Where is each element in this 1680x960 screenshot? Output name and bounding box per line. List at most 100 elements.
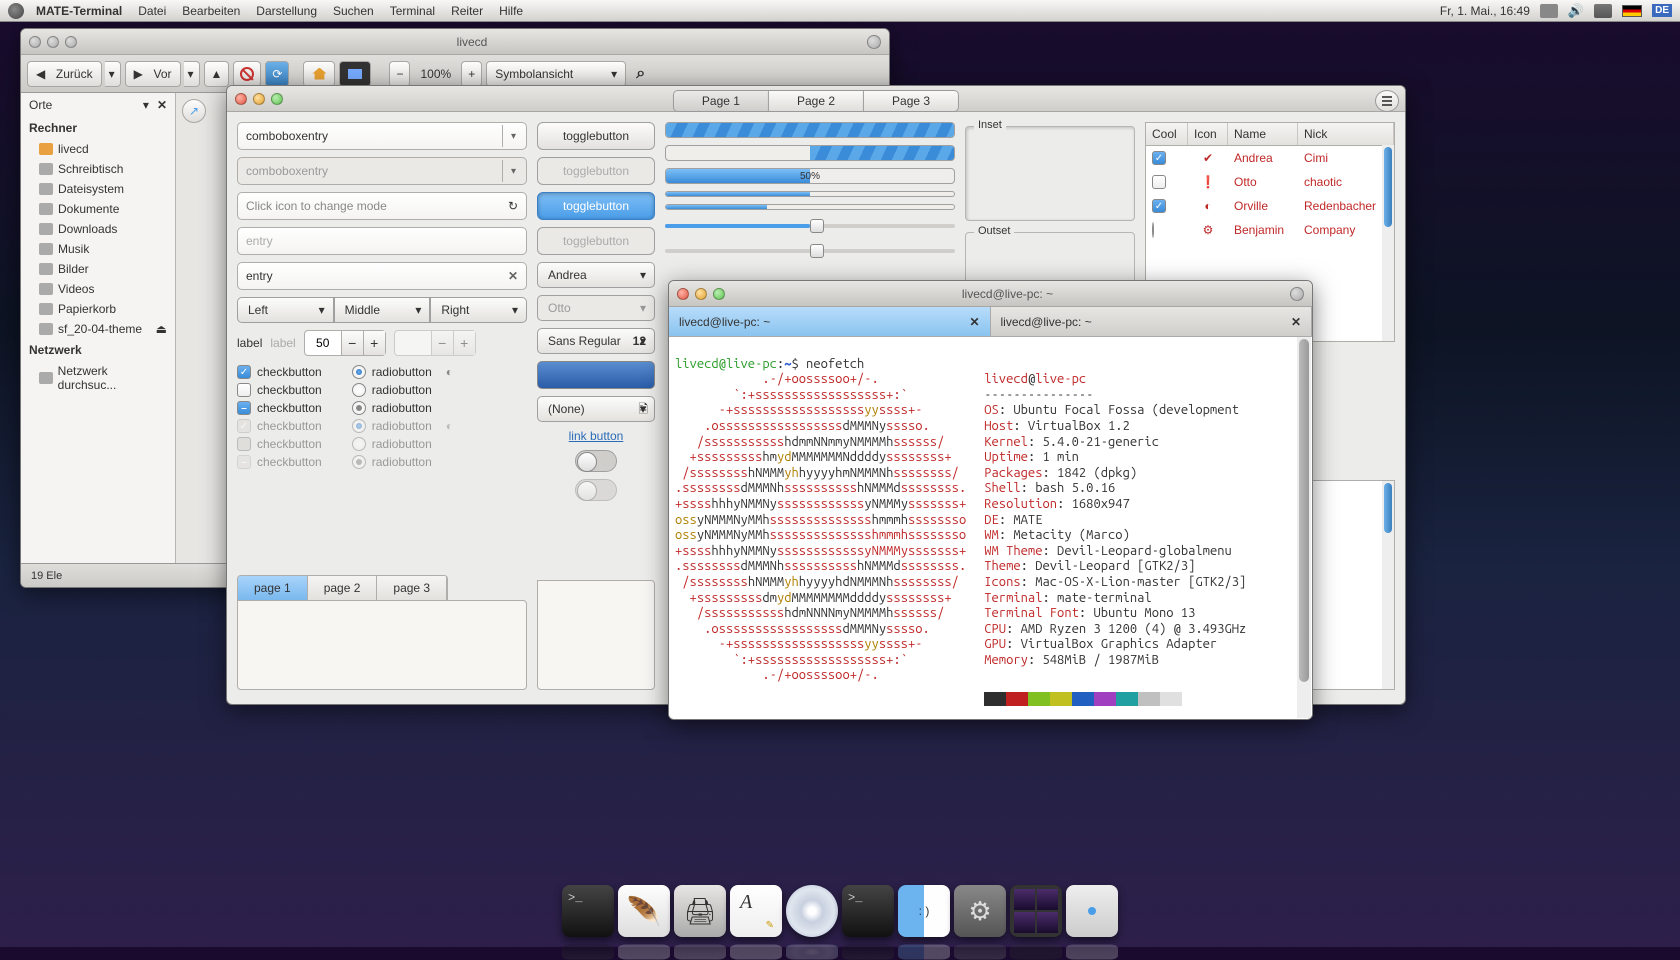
scale-2[interactable] bbox=[665, 242, 955, 260]
spin-value[interactable] bbox=[305, 336, 341, 350]
terminal-scrollbar[interactable] bbox=[1297, 337, 1311, 718]
view-mode-select[interactable]: Symbolansicht▾ bbox=[486, 61, 626, 87]
caja-close-button[interactable] bbox=[29, 36, 41, 48]
dock-editor[interactable]: A✎ bbox=[730, 885, 782, 937]
dock-terminal2[interactable]: >_ bbox=[842, 885, 894, 937]
menu-help[interactable]: Hilfe bbox=[499, 4, 523, 18]
search-icon[interactable]: ⌕ bbox=[630, 65, 651, 83]
table-row[interactable]: ⚙BenjaminCompany bbox=[1146, 218, 1394, 242]
awf-minimize-button[interactable] bbox=[253, 93, 265, 105]
sidebar-item-videos[interactable]: Videos bbox=[21, 279, 175, 299]
bottom-tab-1[interactable]: page 1 bbox=[238, 576, 308, 600]
menu-edit[interactable]: Bearbeiten bbox=[182, 4, 240, 18]
file-button[interactable]: (None)🗎 bbox=[537, 396, 655, 422]
tab-page1[interactable]: Page 1 bbox=[674, 91, 769, 111]
togglebutton-active[interactable]: togglebutton bbox=[537, 192, 655, 220]
distro-logo-icon[interactable] bbox=[8, 3, 24, 19]
menu-search[interactable]: Suchen bbox=[333, 4, 374, 18]
nav-forward-dropdown[interactable]: ▾ bbox=[184, 61, 200, 87]
bottom-tab-3[interactable]: page 3 bbox=[377, 576, 447, 600]
font-button[interactable]: Sans Regular12 bbox=[537, 328, 655, 354]
spin-plus[interactable]: + bbox=[363, 331, 385, 355]
checkbox-icon[interactable] bbox=[1152, 175, 1166, 189]
zoom-in-button[interactable]: + bbox=[461, 61, 482, 87]
nav-stop-button[interactable] bbox=[233, 61, 261, 87]
sidebar-item-documents[interactable]: Dokumente bbox=[21, 199, 175, 219]
menu-view[interactable]: Darstellung bbox=[256, 4, 317, 18]
name-combo-1[interactable]: Andrea bbox=[537, 262, 655, 288]
textview-scrollbar[interactable] bbox=[1382, 481, 1394, 689]
sidebar-item-livecd[interactable]: livecd bbox=[21, 139, 175, 159]
zoom-out-button[interactable]: − bbox=[389, 61, 410, 87]
menu-terminal[interactable]: Terminal bbox=[390, 4, 435, 18]
clock[interactable]: Fr, 1. Mai., 16:49 bbox=[1440, 4, 1530, 18]
awf-close-button[interactable] bbox=[235, 93, 247, 105]
hamburger-menu-button[interactable] bbox=[1375, 90, 1399, 112]
dock-terminal[interactable]: >_ bbox=[562, 885, 614, 937]
scale-thumb[interactable] bbox=[810, 244, 824, 258]
col-name[interactable]: Name bbox=[1228, 123, 1298, 145]
table-row[interactable]: ◐OrvilleRedenbacher bbox=[1146, 194, 1394, 218]
awf-titlebar[interactable]: Page 1 Page 2 Page 3 bbox=[227, 86, 1405, 112]
sidebar-item-shared[interactable]: sf_20-04-theme⏏ bbox=[21, 319, 175, 339]
radio-unchecked[interactable] bbox=[352, 383, 366, 397]
checkbox-checked[interactable] bbox=[237, 365, 251, 379]
radio-mixed[interactable] bbox=[352, 401, 366, 415]
tree-scrollbar[interactable] bbox=[1382, 145, 1394, 341]
caja-maximize-button[interactable] bbox=[65, 36, 77, 48]
sidebar-item-filesystem[interactable]: Dateisystem bbox=[21, 179, 175, 199]
link-button[interactable]: link button bbox=[537, 429, 655, 443]
awf-maximize-button[interactable] bbox=[271, 93, 283, 105]
tray-network-icon[interactable] bbox=[1594, 4, 1612, 18]
sidebar-close-icon[interactable]: ✕ bbox=[157, 98, 167, 112]
nav-home-button[interactable] bbox=[303, 61, 335, 87]
checkbox-unchecked[interactable] bbox=[237, 383, 251, 397]
checkbox-icon[interactable] bbox=[1152, 151, 1166, 165]
scale-1[interactable] bbox=[665, 217, 955, 235]
switch-off-1[interactable] bbox=[575, 450, 617, 472]
dock-disc[interactable] bbox=[786, 885, 838, 937]
col-cool[interactable]: Cool bbox=[1146, 123, 1188, 145]
term-close-button[interactable] bbox=[677, 288, 689, 300]
comboboxentry-field[interactable]: comboboxentry bbox=[237, 122, 527, 150]
checkbox-icon[interactable] bbox=[1152, 199, 1166, 213]
sidebar-item-pictures[interactable]: Bilder bbox=[21, 259, 175, 279]
tab-close-icon[interactable]: ✕ bbox=[969, 315, 979, 329]
sidebar-item-downloads[interactable]: Downloads bbox=[21, 219, 175, 239]
term-minimize-button[interactable] bbox=[695, 288, 707, 300]
scrollbar-thumb[interactable] bbox=[1299, 339, 1309, 682]
sidebar-item-music[interactable]: Musik bbox=[21, 239, 175, 259]
terminal-output[interactable]: livecd@live-pc:~$ neofetch .-/+oossssoo+… bbox=[669, 337, 1312, 719]
eject-icon[interactable]: ⏏ bbox=[156, 322, 167, 336]
entry-placeholder[interactable]: entry bbox=[237, 227, 527, 255]
nav-forward-button[interactable]: ▶ Vor bbox=[125, 61, 181, 87]
icon-mode-field[interactable]: Click icon to change mode↻ bbox=[237, 192, 527, 220]
tab-page3[interactable]: Page 3 bbox=[864, 91, 958, 111]
menu-file[interactable]: Datei bbox=[138, 4, 166, 18]
dock-screenshots[interactable] bbox=[1010, 885, 1062, 937]
dropdown-arrow-icon[interactable] bbox=[502, 125, 524, 147]
menu-tabs[interactable]: Reiter bbox=[451, 4, 483, 18]
dock-finder[interactable]: : ) bbox=[898, 885, 950, 937]
col-nick[interactable]: Nick bbox=[1298, 123, 1394, 145]
term-maximize-button[interactable] bbox=[713, 288, 725, 300]
nav-back-dropdown[interactable]: ▾ bbox=[105, 61, 121, 87]
radio-checked[interactable] bbox=[352, 365, 366, 379]
terminal-tab-1[interactable]: livecd@live-pc: ~✕ bbox=[669, 307, 991, 336]
terminal-tab-2[interactable]: livecd@live-pc: ~✕ bbox=[991, 307, 1313, 336]
dock-gimp[interactable]: 🪶 bbox=[618, 885, 670, 937]
caja-minimize-button[interactable] bbox=[47, 36, 59, 48]
refresh-icon[interactable]: ↻ bbox=[508, 199, 518, 213]
tray-volume-icon[interactable]: 🔊 bbox=[1568, 3, 1584, 19]
nav-up-button[interactable]: ▲ bbox=[204, 61, 230, 87]
scale-thumb[interactable] bbox=[810, 219, 824, 233]
places-dropdown-icon[interactable]: ▾ bbox=[143, 98, 149, 112]
tray-workspace-icon[interactable] bbox=[1540, 4, 1558, 18]
radio-icon[interactable] bbox=[1152, 222, 1154, 238]
table-row[interactable]: ❗Ottochaotic bbox=[1146, 170, 1394, 194]
bottom-tab-2[interactable]: page 2 bbox=[308, 576, 378, 600]
dock-drive[interactable] bbox=[1066, 885, 1118, 937]
term-extra-button[interactable] bbox=[1290, 287, 1304, 301]
tab-close-icon[interactable]: ✕ bbox=[1291, 315, 1301, 329]
entry-field[interactable]: entry✕ bbox=[237, 262, 527, 290]
